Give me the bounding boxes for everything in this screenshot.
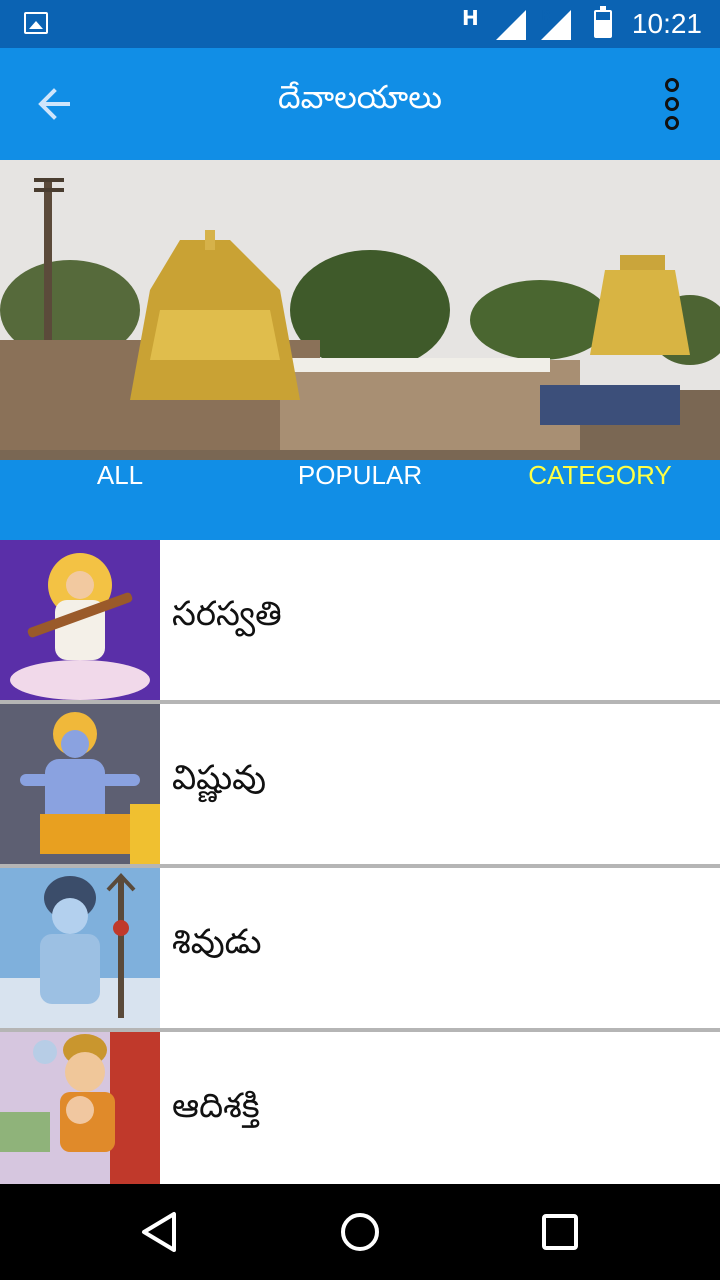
temple-banner-image <box>0 160 720 460</box>
list-item-vishnu[interactable]: విష్ణువు <box>0 704 720 868</box>
overflow-menu-icon <box>665 78 679 92</box>
system-nav-bar <box>0 1184 720 1280</box>
category-list: సరస్వతి విష్ణువు శివుడు ఆదిశక్తి <box>0 540 720 1184</box>
adishakti-image <box>0 1032 160 1184</box>
list-item-adishakti[interactable]: ఆదిశక్తి <box>0 1032 720 1184</box>
category-label: ఆదిశక్తి <box>172 1086 260 1126</box>
saraswati-image <box>0 540 160 700</box>
roaming-indicator: R <box>541 9 552 24</box>
overflow-menu-dot <box>665 97 679 111</box>
overflow-menu-button[interactable] <box>654 76 690 132</box>
back-triangle-icon <box>142 1212 176 1252</box>
category-label: సరస్వతి <box>172 594 282 634</box>
tab-popular[interactable]: POPULAR <box>240 460 480 540</box>
status-bar: H R 10:21 <box>0 0 720 48</box>
status-time: 10:21 <box>631 8 702 39</box>
battery-icon <box>594 6 612 38</box>
vishnu-image <box>0 704 160 864</box>
list-item-shiva[interactable]: శివుడు <box>0 868 720 1032</box>
nav-home-button[interactable] <box>336 1208 384 1256</box>
recents-square-icon <box>542 1214 578 1250</box>
home-circle-icon <box>341 1213 379 1251</box>
gallery-icon <box>24 12 48 34</box>
tab-bar: ALL POPULAR CATEGORY <box>0 460 720 540</box>
page-title: దేవాలయాలు <box>277 78 442 116</box>
nav-recents-button[interactable] <box>536 1208 584 1256</box>
nav-back-button[interactable] <box>136 1208 184 1256</box>
overflow-menu-dot <box>665 116 679 130</box>
shiva-image <box>0 868 160 1028</box>
category-label: శివుడు <box>172 922 262 962</box>
tab-category[interactable]: CATEGORY <box>480 460 720 540</box>
tab-all[interactable]: ALL <box>0 460 240 540</box>
app-bar: దేవాలయాలు <box>0 48 720 160</box>
category-label: విష్ణువు <box>172 758 267 798</box>
list-item-saraswati[interactable]: సరస్వతి <box>0 540 720 704</box>
network-type: H <box>462 6 479 30</box>
signal-icon <box>496 10 526 40</box>
